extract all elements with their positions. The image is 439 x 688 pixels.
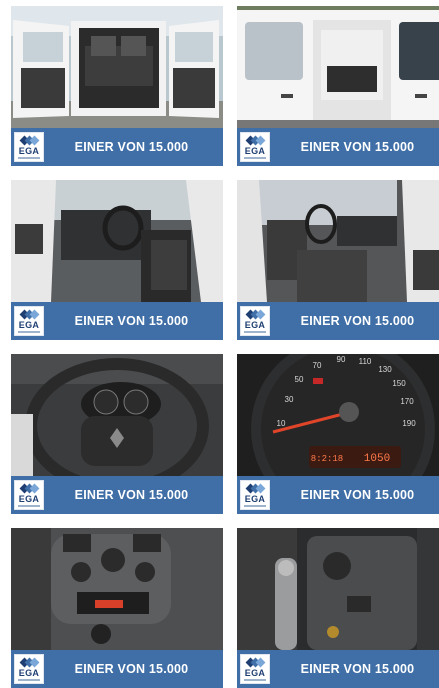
ega-logo: EGA [240,132,270,162]
gallery-tile-handbrake[interactable]: EGA EINER VON 15.000 [237,528,439,688]
ega-diamonds-icon [19,135,39,146]
tick-label: 110 [359,357,372,366]
logo-text: EGA [244,493,266,504]
speedometer-photo: 10 30 50 70 90 110 130 150 170 190 8:2:1… [237,354,439,476]
banner-text: EINER VON 15.000 [300,314,415,328]
ega-diamonds-icon [19,657,39,668]
van-side-photo [237,6,439,128]
banner-text: EINER VON 15.000 [300,488,415,502]
tile-banner: EGA EINER VON 15.000 [237,302,439,340]
ega-logo: EGA [240,306,270,336]
ega-logo: EGA [14,132,44,162]
tick-label: 170 [400,397,414,406]
banner-text: EINER VON 15.000 [74,314,189,328]
tile-banner: EGA EINER VON 15.000 [11,650,223,688]
logo-text: EGA [244,319,266,330]
odometer-left: 8:2:18 [311,454,343,464]
tile-banner: EGA EINER VON 15.000 [237,476,439,514]
gallery-tile-speedometer[interactable]: 10 30 50 70 90 110 130 150 170 190 8:2:1… [237,354,439,514]
ega-diamonds-icon [245,657,265,668]
tile-banner: EGA EINER VON 15.000 [11,476,223,514]
interior-driver-photo [11,180,223,302]
steering-wheel-photo [11,354,223,476]
ega-diamonds-icon [19,309,39,320]
odometer-right: 1050 [364,453,390,465]
tick-label: 30 [285,395,294,404]
tile-banner: EGA EINER VON 15.000 [11,128,223,166]
logo-text: EGA [18,493,40,504]
gallery-tile-interior-passenger[interactable]: EGA EINER VON 15.000 [237,180,439,340]
tick-label: 190 [402,419,416,428]
tick-label: 10 [277,419,286,428]
gallery-tile-rear-doors[interactable]: EGA EINER VON 15.000 [11,6,223,166]
banner-text: EINER VON 15.000 [74,140,189,154]
ega-diamonds-icon [245,483,265,494]
van-rear-photo [11,6,223,128]
gallery-tile-side-door[interactable]: EGA EINER VON 15.000 [237,6,439,166]
tick-label: 130 [378,365,392,374]
logo-text: EGA [18,667,40,678]
ega-logo: EGA [14,306,44,336]
logo-text: EGA [244,145,266,156]
tick-label: 90 [337,355,346,364]
ega-logo: EGA [240,480,270,510]
gallery-tile-interior-driver[interactable]: EGA EINER VON 15.000 [11,180,223,340]
gallery-tile-steering-wheel[interactable]: EGA EINER VON 15.000 [11,354,223,514]
ega-diamonds-icon [19,483,39,494]
logo-text: EGA [244,667,266,678]
ega-diamonds-icon [245,309,265,320]
banner-text: EINER VON 15.000 [74,662,189,676]
banner-text: EINER VON 15.000 [74,488,189,502]
gallery-tile-center-console[interactable]: EGA EINER VON 15.000 [11,528,223,688]
ega-logo: EGA [14,480,44,510]
logo-text: EGA [18,145,40,156]
center-console-photo [11,528,223,650]
photo-gallery: EGA EINER VON 15.000 EGA EINER VON 15.00… [0,0,439,688]
banner-text: EINER VON 15.000 [300,140,415,154]
tile-banner: EGA EINER VON 15.000 [237,650,439,688]
handbrake-photo [237,528,439,650]
tile-banner: EGA EINER VON 15.000 [11,302,223,340]
tick-label: 50 [295,375,304,384]
logo-text: EGA [18,319,40,330]
tick-label: 70 [313,361,322,370]
tile-banner: EGA EINER VON 15.000 [237,128,439,166]
tick-label: 150 [392,379,406,388]
ega-diamonds-icon [245,135,265,146]
interior-passenger-photo [237,180,439,302]
banner-text: EINER VON 15.000 [300,662,415,676]
